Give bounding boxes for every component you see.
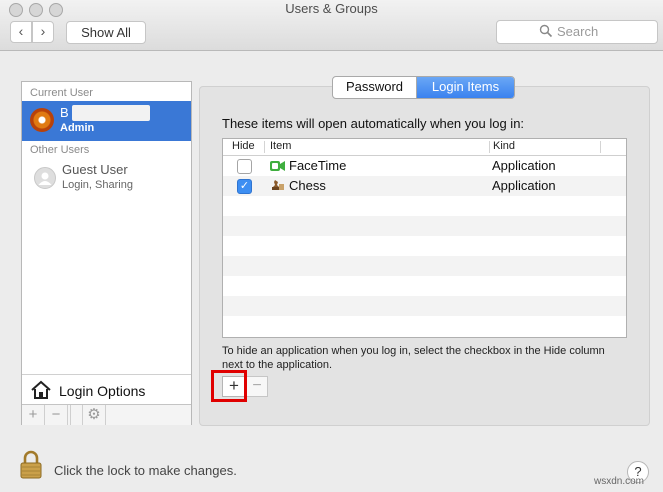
- search-field[interactable]: Search: [496, 20, 658, 44]
- guest-user-subtitle: Login, Sharing: [62, 179, 133, 191]
- user-list-button-bar: + − ⚙: [22, 404, 191, 425]
- chevron-right-icon: ›: [40, 23, 46, 39]
- current-user-role: Admin: [60, 122, 95, 134]
- current-user-section-label: Current User: [30, 87, 93, 99]
- login-options-label: Login Options: [59, 383, 146, 399]
- house-icon: [31, 380, 51, 399]
- action-menu-button[interactable]: ⚙: [82, 405, 106, 425]
- hide-checkbox-checked[interactable]: ✓: [237, 179, 252, 194]
- watermark: wsxdn.com: [594, 476, 645, 487]
- remove-user-button[interactable]: −: [45, 405, 68, 425]
- highlight-box: [211, 370, 247, 402]
- table-row[interactable]: ✓ Chess Application: [223, 176, 626, 196]
- remove-login-item-button[interactable]: −: [246, 376, 268, 397]
- item-name: Chess: [289, 178, 326, 193]
- guest-avatar-icon: [34, 167, 56, 189]
- lock-label: Click the lock to make changes.: [54, 463, 237, 478]
- redaction-block: [72, 105, 150, 121]
- back-button[interactable]: ‹: [10, 21, 32, 43]
- login-items-intro: These items will open automatically when…: [222, 116, 525, 131]
- search-icon: [539, 24, 553, 38]
- lock-icon[interactable]: [19, 449, 43, 479]
- show-all-button[interactable]: Show All: [66, 21, 146, 44]
- window-title: Users & Groups: [285, 1, 378, 16]
- add-user-button[interactable]: +: [22, 405, 45, 425]
- tab-password[interactable]: Password: [333, 77, 417, 98]
- hide-hint-text: To hide an application when you log in, …: [222, 345, 605, 371]
- current-user-row[interactable]: B Bond Admin: [22, 101, 191, 141]
- column-item[interactable]: Item: [270, 140, 291, 152]
- checkmark-icon: ✓: [239, 180, 250, 192]
- guest-user-name[interactable]: Guest User: [62, 162, 128, 177]
- chess-icon: [272, 180, 284, 190]
- item-name: FaceTime: [289, 158, 347, 173]
- chevron-left-icon: ‹: [18, 23, 24, 39]
- table-row[interactable]: FaceTime Application: [223, 156, 626, 176]
- item-kind: Application: [492, 178, 556, 193]
- tab-login-items[interactable]: Login Items: [417, 77, 514, 98]
- avatar: [30, 108, 54, 132]
- other-users-section-label: Other Users: [30, 144, 90, 156]
- column-kind[interactable]: Kind: [493, 140, 515, 152]
- item-kind: Application: [492, 158, 556, 173]
- user-list: Current User B Bond Admin Other Users Gu…: [21, 81, 192, 425]
- table-header: Hide Item Kind: [223, 139, 626, 156]
- gear-icon: ⚙: [87, 406, 101, 423]
- forward-button[interactable]: ›: [32, 21, 54, 43]
- hide-checkbox[interactable]: [237, 159, 252, 174]
- facetime-icon: [270, 161, 285, 171]
- column-hide[interactable]: Hide: [232, 140, 255, 152]
- window-toolbar: Users & Groups ‹ › Show All Search: [0, 0, 663, 51]
- search-placeholder: Search: [557, 24, 599, 39]
- login-options-item[interactable]: Login Options: [22, 374, 191, 405]
- tab-bar: Password Login Items: [332, 76, 515, 99]
- login-items-table: Hide Item Kind FaceTime Application ✓ Ch…: [222, 138, 627, 338]
